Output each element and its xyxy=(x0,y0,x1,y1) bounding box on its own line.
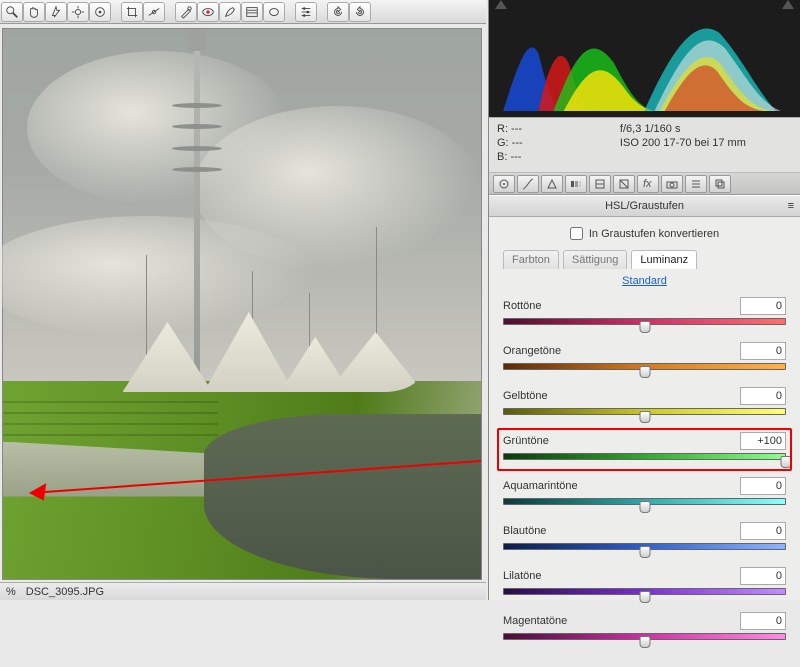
grayscale-label: In Graustufen konvertieren xyxy=(589,228,719,240)
slider-value-input[interactable] xyxy=(740,342,786,360)
info-r: R: --- xyxy=(497,122,620,136)
slider-row-blautöne: Blautöne xyxy=(503,522,786,555)
zoom-percent[interactable]: % xyxy=(6,586,16,598)
rotate-cw-tool[interactable] xyxy=(349,2,371,22)
slider-value-input[interactable] xyxy=(740,477,786,495)
info-iso: ISO 200 17-70 bei 17 mm xyxy=(620,136,792,150)
annotation-arrow xyxy=(3,29,481,579)
slider-label: Blautöne xyxy=(503,525,546,537)
image-preview[interactable] xyxy=(2,28,482,580)
tab-saturation[interactable]: Sättigung xyxy=(563,250,627,269)
section-header: HSL/Graustufen ≡ xyxy=(489,195,800,217)
white-balance-tool[interactable] xyxy=(45,2,67,22)
info-g: G: --- xyxy=(497,136,620,150)
color-sampler-tool[interactable] xyxy=(67,2,89,22)
tab-hue[interactable]: Farbton xyxy=(503,250,559,269)
grayscale-checkbox-row[interactable]: In Graustufen konvertieren xyxy=(503,227,786,240)
slider-label: Gelbtöne xyxy=(503,390,548,402)
targeted-adjust-tool[interactable] xyxy=(89,2,111,22)
slider-thumb[interactable] xyxy=(639,636,650,648)
section-curve-icon[interactable] xyxy=(517,175,539,193)
slider-value-input[interactable] xyxy=(740,612,786,630)
slider-row-aquamarintöne: Aquamarintöne xyxy=(503,477,786,510)
slider-value-input[interactable] xyxy=(740,522,786,540)
grayscale-checkbox[interactable] xyxy=(570,227,583,240)
section-fx-icon[interactable]: fx xyxy=(637,175,659,193)
crop-tool[interactable] xyxy=(121,2,143,22)
slider-thumb[interactable] xyxy=(639,501,650,513)
straighten-tool[interactable] xyxy=(143,2,165,22)
slider-value-input[interactable] xyxy=(740,387,786,405)
section-hsl-icon[interactable] xyxy=(565,175,587,193)
footer-bar: % DSC_3095.JPG xyxy=(0,582,486,600)
info-aperture: f/6,3 1/160 s xyxy=(620,122,792,136)
slider-track[interactable] xyxy=(503,588,786,600)
slider-row-gelbtöne: Gelbtöne xyxy=(503,387,786,420)
graduated-filter-tool[interactable] xyxy=(241,2,263,22)
develop-panel: R: --- G: --- B: --- f/6,3 1/160 s ISO 2… xyxy=(488,0,800,600)
svg-text:fx: fx xyxy=(643,178,652,190)
slider-thumb[interactable] xyxy=(639,546,650,558)
slider-value-input[interactable] xyxy=(740,297,786,315)
slider-label: Magentatöne xyxy=(503,615,567,627)
section-split-icon[interactable] xyxy=(589,175,611,193)
slider-label: Lilatöne xyxy=(503,570,542,582)
slider-thumb[interactable] xyxy=(781,456,792,468)
section-title: HSL/Graustufen xyxy=(605,200,684,212)
slider-thumb[interactable] xyxy=(639,411,650,423)
slider-value-input[interactable] xyxy=(740,432,786,450)
zoom-tool[interactable] xyxy=(1,2,23,22)
rotate-ccw-tool[interactable] xyxy=(327,2,349,22)
section-detail-icon[interactable] xyxy=(541,175,563,193)
filename: DSC_3095.JPG xyxy=(26,586,104,598)
panel-section-tabs: fx xyxy=(489,173,800,195)
info-b: B: --- xyxy=(497,150,620,164)
hsl-tabs: Farbton Sättigung Luminanz xyxy=(503,250,786,269)
slider-label: Aquamarintöne xyxy=(503,480,578,492)
hand-tool[interactable] xyxy=(23,2,45,22)
slider-track[interactable] xyxy=(503,318,786,330)
top-toolbar xyxy=(0,0,486,24)
slider-label: Orangetöne xyxy=(503,345,561,357)
spot-removal-tool[interactable] xyxy=(175,2,197,22)
slider-thumb[interactable] xyxy=(639,366,650,378)
slider-row-orangetöne: Orangetöne xyxy=(503,342,786,375)
standard-link[interactable]: Standard xyxy=(622,275,667,287)
slider-track[interactable] xyxy=(503,363,786,375)
histogram[interactable] xyxy=(489,0,800,118)
slider-track[interactable] xyxy=(503,453,786,465)
slider-row-lilatöne: Lilatöne xyxy=(503,567,786,600)
image-info: R: --- G: --- B: --- f/6,3 1/160 s ISO 2… xyxy=(489,118,800,173)
radial-filter-tool[interactable] xyxy=(263,2,285,22)
preferences-tool[interactable] xyxy=(295,2,317,22)
adjustment-brush-tool[interactable] xyxy=(219,2,241,22)
slider-row-rottöne: Rottöne xyxy=(503,297,786,330)
highlight-clip-toggle[interactable] xyxy=(782,0,794,9)
slider-label: Grüntöne xyxy=(503,435,549,447)
section-snapshots-icon[interactable] xyxy=(709,175,731,193)
section-basic-icon[interactable] xyxy=(493,175,515,193)
slider-track[interactable] xyxy=(503,633,786,645)
slider-row-grüntöne: Grüntöne xyxy=(503,432,786,465)
slider-track[interactable] xyxy=(503,498,786,510)
slider-row-magentatöne: Magentatöne xyxy=(503,612,786,645)
slider-track[interactable] xyxy=(503,408,786,420)
section-camera-icon[interactable] xyxy=(661,175,683,193)
slider-thumb[interactable] xyxy=(639,321,650,333)
slider-thumb[interactable] xyxy=(639,591,650,603)
section-lens-icon[interactable] xyxy=(613,175,635,193)
section-menu-icon[interactable]: ≡ xyxy=(788,200,794,212)
slider-label: Rottöne xyxy=(503,300,542,312)
tab-luminance[interactable]: Luminanz xyxy=(631,250,697,269)
slider-track[interactable] xyxy=(503,543,786,555)
redeye-tool[interactable] xyxy=(197,2,219,22)
shadow-clip-toggle[interactable] xyxy=(495,0,507,9)
slider-value-input[interactable] xyxy=(740,567,786,585)
section-presets-icon[interactable] xyxy=(685,175,707,193)
